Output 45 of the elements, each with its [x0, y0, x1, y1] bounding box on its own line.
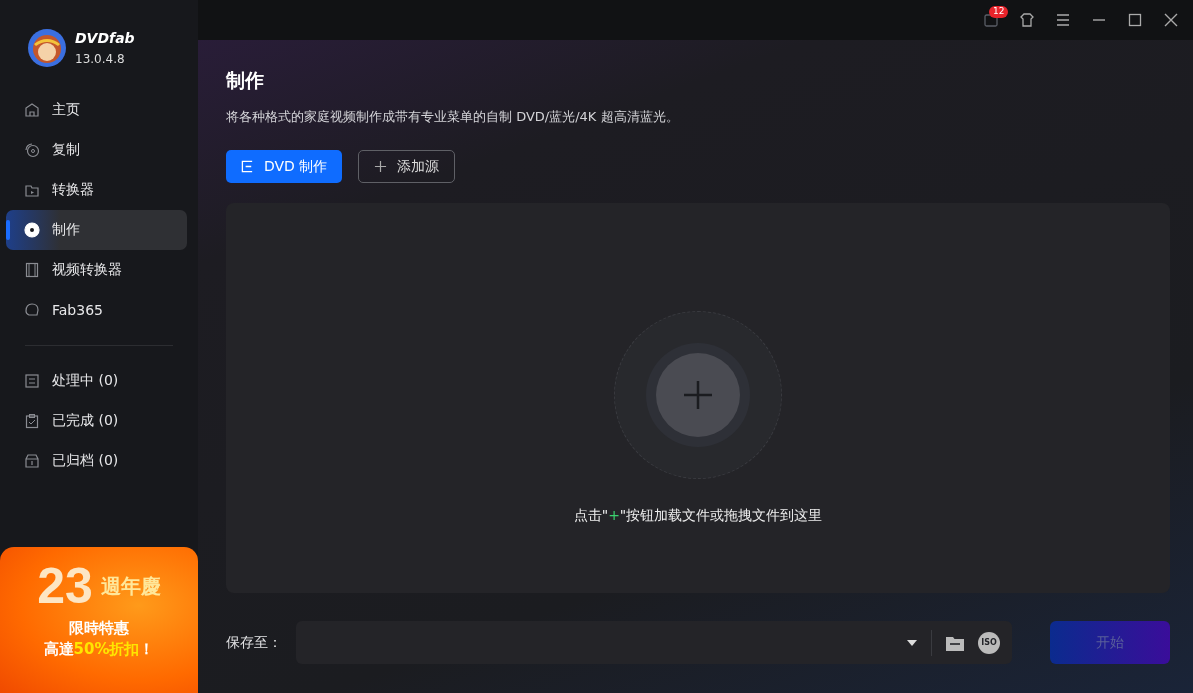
page-title: 制作 [226, 68, 265, 93]
queue-item[interactable]: 已完成 (0) [6, 401, 187, 441]
folder-icon[interactable] [946, 634, 964, 651]
film-icon [24, 262, 40, 278]
nav-item[interactable]: 转换器 [6, 170, 187, 210]
plus-icon [374, 160, 388, 173]
add-source-button[interactable]: 添加源 [358, 150, 456, 183]
menu-icon [1055, 12, 1071, 28]
dropdown-caret-icon [907, 639, 917, 646]
save-to-label: 保存至： [226, 633, 282, 652]
inbox-icon [983, 12, 999, 28]
folder-icon [24, 182, 40, 198]
iso-button[interactable]: ISO [978, 631, 1000, 654]
promo-title: 週年慶 [100, 572, 161, 600]
nav-item[interactable]: 主页 [6, 90, 187, 130]
queue-item[interactable]: 处理中 (0) [6, 361, 187, 401]
promo-text: 限時特惠 [69, 619, 129, 638]
shirt-icon [1019, 12, 1035, 28]
plus-icon [682, 379, 714, 411]
nav-item[interactable]: 复制 [6, 130, 187, 170]
maximize-icon [1127, 12, 1143, 28]
nav-item[interactable]: 视频转换器 [6, 250, 187, 290]
archive-box-icon [24, 453, 40, 469]
list-icon [24, 373, 40, 389]
save-path-field[interactable]: ISO [296, 621, 1012, 664]
app-logo [27, 27, 67, 68]
promo-discount-text: 高達50%折扣！ [43, 640, 155, 659]
disc-icon [24, 142, 40, 158]
nav-item[interactable]: 制作 [6, 210, 187, 250]
close-icon [1163, 12, 1179, 28]
house-icon [24, 102, 40, 118]
promo-number: 23 [37, 561, 93, 611]
notification-badge: 12 [989, 6, 1009, 18]
message-button[interactable]: 12 [975, 4, 1007, 36]
disc-icon [24, 222, 40, 238]
app-version: 13.0.4.8 [75, 51, 126, 66]
queue-item[interactable]: 已归档 (0) [6, 441, 187, 481]
minimize-icon [1093, 19, 1105, 21]
dvd-create-button[interactable]: DVD 制作 [226, 150, 343, 183]
page-description: 将各种格式的家庭视频制作成带有专业菜单的自制 DVD/蓝光/4K 超高清蓝光。 [226, 108, 680, 126]
nav-item[interactable]: Fab365 [6, 290, 187, 330]
drop-zone[interactable]: 点击"+"按钮加载文件或拖拽文件到这里 [226, 203, 1170, 593]
clipboard-check-icon [24, 413, 40, 429]
drop-hint: 点击"+"按钮加载文件或拖拽文件到这里 [573, 507, 823, 525]
app-name: DVDfab [75, 29, 135, 46]
